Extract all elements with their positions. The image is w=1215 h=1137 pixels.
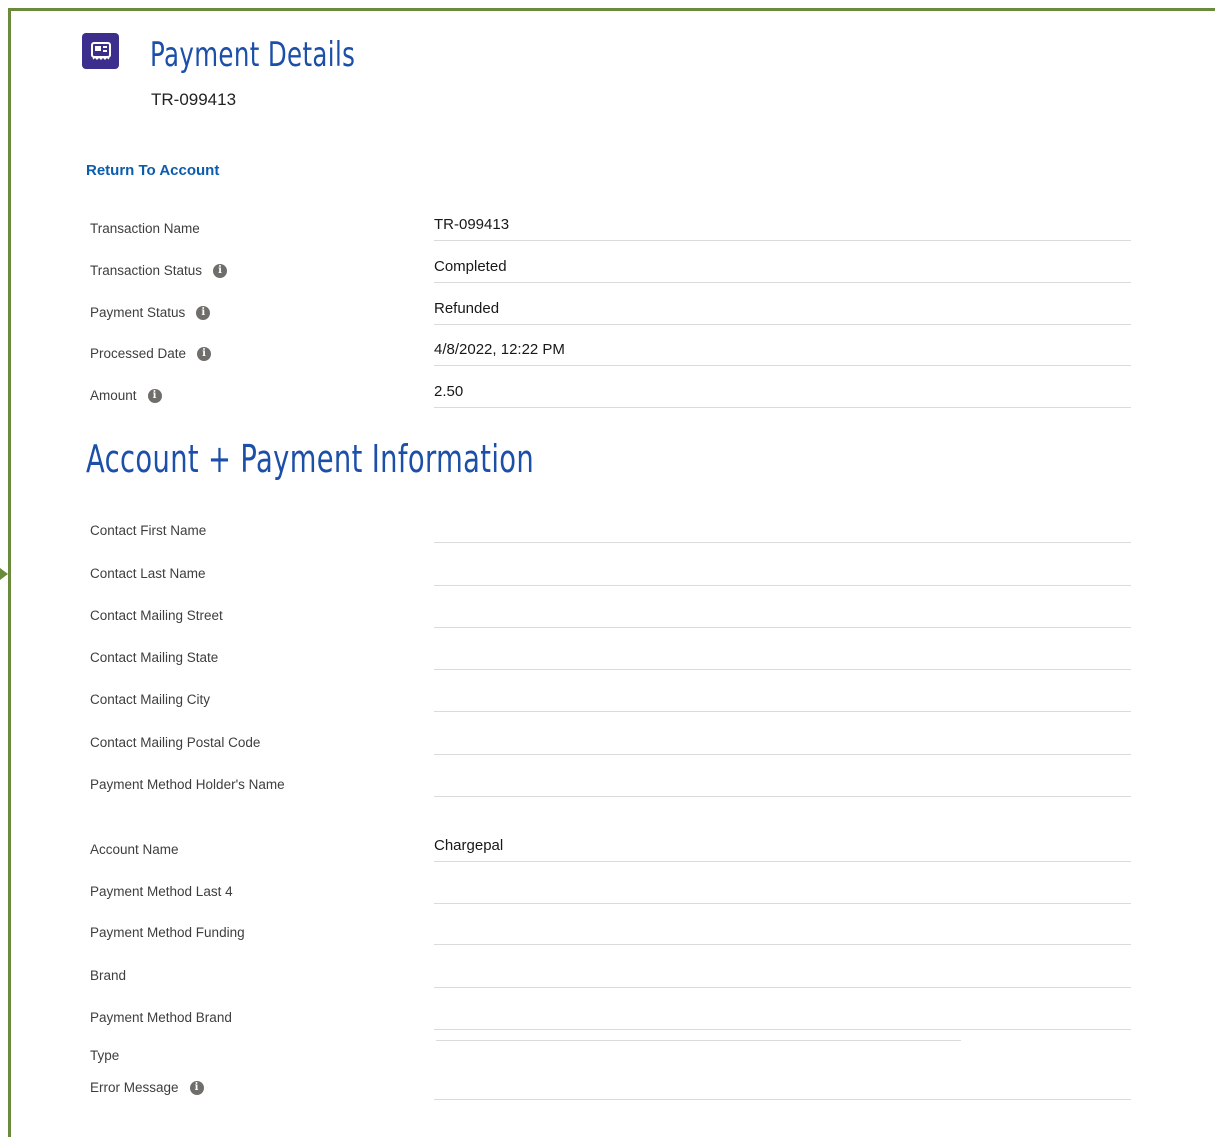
page-title: Payment Details: [150, 35, 356, 75]
info-icon[interactable]: i: [147, 388, 162, 403]
field-row-error-message: Error Message i: [86, 1080, 1131, 1122]
field-value: [434, 963, 1131, 988]
page-subtitle: TR-099413: [151, 90, 237, 109]
field-value: [434, 645, 1131, 670]
field-label: Processed Date i: [90, 346, 212, 361]
field-value: [434, 518, 1131, 543]
field-value: [434, 879, 1131, 904]
receipt-icon: [82, 33, 119, 69]
field-value: TR-099413: [434, 216, 1131, 241]
field-label: Contact Last Name: [90, 566, 206, 581]
field-row: Amount i 2.50: [86, 383, 1131, 430]
field-value: 2.50: [434, 383, 1131, 408]
field-label: Amount i: [90, 388, 162, 403]
field-label: Error Message i: [90, 1080, 204, 1095]
field-label: Transaction Name: [90, 221, 200, 236]
frame-border-left: [8, 8, 11, 1137]
field-row: Contact Mailing City: [86, 692, 1131, 734]
field-label: Contact Mailing Postal Code: [90, 735, 261, 750]
frame-border-top: [8, 8, 1215, 11]
field-label: Contact Mailing Street: [90, 608, 223, 623]
info-icon[interactable]: i: [213, 263, 228, 278]
field-row: Payment Method Holder's Name: [86, 777, 1131, 819]
info-icon[interactable]: i: [197, 346, 212, 361]
return-to-account-link[interactable]: Return To Account: [86, 162, 219, 179]
field-value: Chargepal: [434, 837, 1131, 862]
field-row: Contact Mailing Postal Code: [86, 735, 1131, 777]
field-row: Payment Method Funding: [86, 925, 1131, 967]
field-label: Payment Method Last 4: [90, 884, 233, 899]
field-label: Transaction Status i: [90, 263, 228, 278]
field-value: [434, 730, 1131, 755]
field-value: [434, 561, 1131, 586]
field-row: Contact Mailing State: [86, 650, 1131, 692]
field-value: [434, 603, 1131, 628]
frame-notch: [0, 568, 8, 580]
type-label: Type: [90, 1048, 120, 1063]
field-row: Contact First Name: [86, 523, 1131, 565]
field-label: Contact Mailing City: [90, 692, 211, 707]
field-value: Refunded: [434, 300, 1131, 325]
field-value: Completed: [434, 258, 1131, 283]
field-label: Payment Status i: [90, 305, 211, 320]
field-value: [434, 687, 1131, 712]
section-title: Account + Payment Information: [86, 437, 535, 481]
field-value: [434, 1075, 1131, 1100]
field-value: [434, 1005, 1131, 1030]
field-value: 4/8/2022, 12:22 PM: [434, 341, 1131, 366]
field-row: Contact Last Name: [86, 566, 1131, 608]
info-icon[interactable]: i: [196, 305, 211, 320]
field-row: Transaction Name TR-099413: [86, 216, 1131, 263]
field-value: [434, 920, 1131, 945]
field-label: Account Name: [90, 842, 179, 857]
field-label: Payment Method Brand: [90, 1010, 232, 1025]
field-label: Contact Mailing State: [90, 650, 219, 665]
field-label: Payment Method Holder's Name: [90, 777, 285, 792]
type-divider: [436, 1040, 961, 1041]
field-row: Processed Date i 4/8/2022, 12:22 PM: [86, 341, 1131, 388]
field-label: Contact First Name: [90, 523, 207, 538]
field-row: Account Name Chargepal: [86, 837, 1131, 884]
field-row: Payment Method Brand: [86, 1010, 1131, 1052]
field-row: Transaction Status i Completed: [86, 258, 1131, 305]
field-label: Brand: [90, 968, 127, 983]
field-value: [434, 772, 1131, 797]
field-row: Brand: [86, 968, 1131, 1010]
info-icon[interactable]: i: [189, 1080, 204, 1095]
field-label: Payment Method Funding: [90, 925, 245, 940]
field-row: Contact Mailing Street: [86, 608, 1131, 650]
